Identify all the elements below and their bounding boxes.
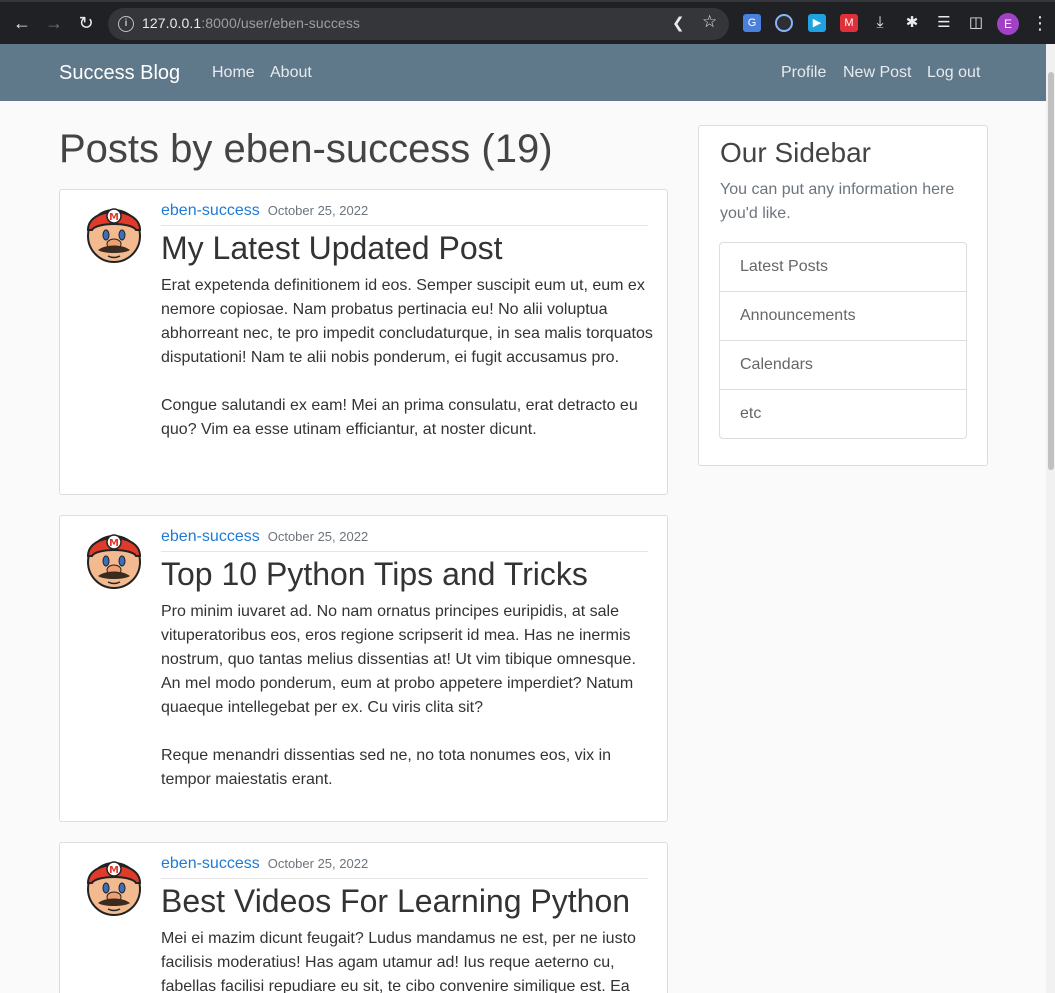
- post-author-link[interactable]: eben-success: [161, 528, 260, 545]
- url-text[interactable]: 127.0.0.1:8000/user/eben-success: [142, 15, 360, 31]
- scrollbar-thumb[interactable]: [1048, 72, 1054, 470]
- browser-toolbar: ← → ↻ i 127.0.0.1:8000/user/eben-success…: [0, 0, 1055, 44]
- nav-new-post-link[interactable]: New Post: [843, 64, 911, 82]
- author-avatar[interactable]: M: [84, 853, 144, 917]
- bookmark-star-icon[interactable]: ☆: [702, 12, 717, 32]
- post-meta: eben-success October 25, 2022: [161, 528, 648, 552]
- post-date: October 25, 2022: [267, 203, 369, 218]
- profile-avatar[interactable]: E: [997, 13, 1019, 35]
- post-title-link[interactable]: My Latest Updated Post: [161, 230, 503, 267]
- sidebar-description: You can put any information here you'd l…: [720, 181, 955, 222]
- download-icon[interactable]: ⤓: [871, 14, 889, 32]
- post-meta: eben-success October 25, 2022: [161, 855, 648, 879]
- post-title-link[interactable]: Best Videos For Learning Python: [161, 883, 630, 920]
- url-host: 127.0.0.1: [142, 15, 202, 31]
- post-author-link[interactable]: eben-success: [161, 855, 260, 872]
- sidebar-item-calendars[interactable]: Calendars: [720, 341, 966, 390]
- post-title-link[interactable]: Top 10 Python Tips and Tricks: [161, 556, 588, 593]
- post-meta: eben-success October 25, 2022: [161, 202, 648, 226]
- share-icon[interactable]: ❮: [672, 14, 685, 32]
- post-paragraph: Erat expetenda definitionem id eos. Semp…: [161, 277, 653, 366]
- author-avatar[interactable]: M: [84, 526, 144, 590]
- post-paragraph: Mei ei mazim dicunt feugait? Ludus manda…: [161, 930, 636, 993]
- post-date: October 25, 2022: [267, 529, 369, 544]
- extension-icon[interactable]: M: [840, 14, 858, 32]
- sidebar-item-latest-posts[interactable]: Latest Posts: [720, 243, 966, 292]
- page-scrollbar[interactable]: [1046, 44, 1055, 993]
- site-info-icon[interactable]: i: [118, 16, 134, 32]
- forward-arrow-icon[interactable]: →: [42, 11, 66, 35]
- site-navbar: Success Blog Home About Profile New Post…: [0, 44, 1046, 101]
- post-date: October 25, 2022: [267, 856, 369, 871]
- svg-text:M: M: [109, 212, 119, 223]
- extension-icon[interactable]: [775, 14, 793, 32]
- nav-profile-link[interactable]: Profile: [781, 64, 826, 82]
- address-bar[interactable]: i 127.0.0.1:8000/user/eben-success ❮ ☆: [108, 8, 729, 40]
- sidebar-title: Our Sidebar: [720, 137, 871, 168]
- author-avatar[interactable]: M: [84, 200, 144, 264]
- post-card: M eben-success October 25, 2022 Best Vide…: [59, 842, 668, 993]
- extension-icon[interactable]: ▶: [808, 14, 826, 32]
- sidebar: Our Sidebar You can put any information …: [698, 125, 988, 466]
- reload-icon[interactable]: ↻: [74, 11, 98, 35]
- nav-home-link[interactable]: Home: [212, 64, 255, 82]
- svg-text:M: M: [109, 538, 119, 549]
- post-content: Pro minim iuvaret ad. No nam ornatus pri…: [161, 600, 653, 792]
- brand-link[interactable]: Success Blog: [59, 62, 180, 85]
- puzzle-extensions-icon[interactable]: ✱: [903, 14, 921, 32]
- post-paragraph: Congue salutandi ex eam! Mei an prima co…: [161, 397, 638, 438]
- browser-menu-icon[interactable]: ⋮: [1031, 11, 1049, 35]
- post-paragraph: Pro minim iuvaret ad. No nam ornatus pri…: [161, 603, 636, 716]
- sidebar-item-etc[interactable]: etc: [720, 390, 966, 438]
- post-content: Erat expetenda definitionem id eos. Semp…: [161, 274, 653, 442]
- url-path: :8000/user/eben-success: [201, 15, 361, 31]
- back-arrow-icon[interactable]: ←: [10, 11, 34, 35]
- translate-extension-icon[interactable]: G: [743, 14, 761, 32]
- sidebar-item-announcements[interactable]: Announcements: [720, 292, 966, 341]
- side-panel-icon[interactable]: ◫: [967, 14, 985, 32]
- nav-logout-link[interactable]: Log out: [927, 64, 980, 82]
- nav-about-link[interactable]: About: [270, 64, 312, 82]
- post-content: Mei ei mazim dicunt feugait? Ludus manda…: [161, 927, 653, 993]
- page-title: Posts by eben-success (19): [59, 127, 553, 171]
- post-author-link[interactable]: eben-success: [161, 202, 260, 219]
- sidebar-list: Latest Posts Announcements Calendars etc: [719, 242, 967, 439]
- post-card: M eben-success October 25, 2022 Top 10 Py…: [59, 515, 668, 822]
- post-paragraph: Reque menandri dissentias sed ne, no tot…: [161, 747, 612, 788]
- svg-text:M: M: [109, 865, 119, 876]
- post-card: M eben-success October 25, 2022 My Latest…: [59, 189, 668, 495]
- media-queue-icon[interactable]: ☰: [935, 14, 953, 32]
